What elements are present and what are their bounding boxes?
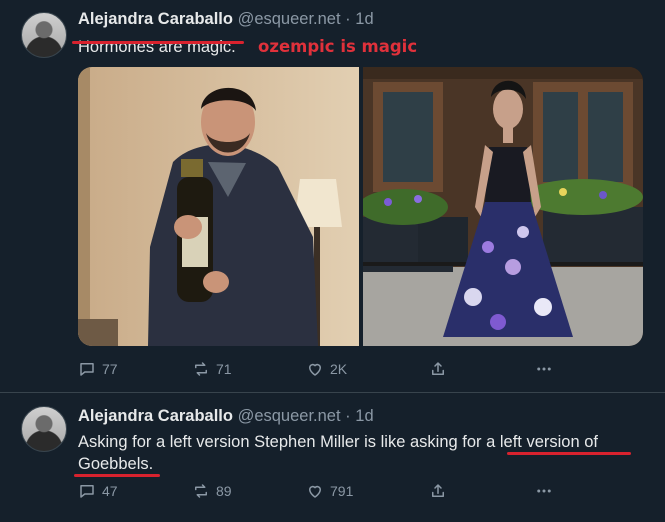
more-dots-icon [537, 489, 551, 493]
red-underline-1 [507, 452, 631, 455]
repost-arrows-icon [195, 362, 207, 376]
post-2[interactable]: Alejandra Caraballo @esqueer.net · 1d As… [0, 393, 665, 522]
like-count: 2K [330, 361, 348, 377]
photo-man-with-champagne-image [78, 67, 359, 346]
more-button[interactable] [535, 360, 553, 378]
heart-icon [309, 363, 321, 376]
reply-button[interactable]: 47 [78, 482, 118, 500]
repost-button[interactable]: 71 [192, 360, 232, 378]
repost-arrows-icon [195, 484, 207, 498]
share-upload-icon [432, 484, 444, 497]
reply-count: 77 [102, 361, 118, 377]
repost-count: 89 [216, 483, 232, 499]
red-strike-line [72, 41, 244, 44]
post-text-underlined-2: Goebbels. [78, 455, 154, 473]
avatar[interactable] [21, 406, 67, 452]
author-handle[interactable]: @esqueer.net [238, 407, 341, 425]
post-time[interactable]: 1d [355, 10, 373, 28]
speech-bubble-icon [80, 485, 94, 498]
like-count: 791 [330, 483, 354, 499]
photo-woman-in-gown[interactable] [363, 67, 643, 346]
photo-woman-in-gown-image [363, 67, 643, 346]
repost-count: 71 [216, 361, 232, 377]
author-handle[interactable]: @esqueer.net [238, 10, 341, 28]
reply-count: 47 [102, 483, 118, 499]
speech-bubble-icon [80, 363, 94, 376]
repost-button[interactable]: 89 [192, 482, 232, 500]
reply-button[interactable]: 77 [78, 360, 118, 378]
post-header: Alejandra Caraballo @esqueer.net · 1d [78, 407, 374, 426]
post-header: Alejandra Caraballo @esqueer.net · 1d [78, 10, 374, 29]
post-text-part-1: Asking for a left version Stephen Miller… [78, 433, 487, 451]
post-1[interactable]: Alejandra Caraballo @esqueer.net · 1d Ho… [0, 0, 665, 392]
author-name[interactable]: Alejandra Caraballo [78, 10, 233, 28]
separator-dot: · [345, 407, 351, 425]
share-button[interactable] [429, 360, 447, 378]
post-time[interactable]: 1d [355, 407, 373, 425]
like-button[interactable]: 791 [306, 482, 353, 500]
post-text: Hormones are magic. [78, 38, 236, 56]
like-button[interactable]: 2K [306, 360, 347, 378]
post-text-underlined-1: a left version of [486, 433, 598, 451]
share-upload-icon [432, 362, 444, 375]
author-name[interactable]: Alejandra Caraballo [78, 407, 233, 425]
avatar[interactable] [21, 12, 67, 58]
photo-man-with-champagne[interactable] [78, 67, 359, 346]
heart-icon [309, 485, 321, 498]
separator-dot: · [345, 10, 351, 28]
red-annotation: ozempic is magic [258, 37, 418, 56]
share-button[interactable] [429, 482, 447, 500]
more-dots-icon [537, 367, 551, 371]
red-underline-2 [74, 474, 160, 477]
more-button[interactable] [535, 482, 553, 500]
